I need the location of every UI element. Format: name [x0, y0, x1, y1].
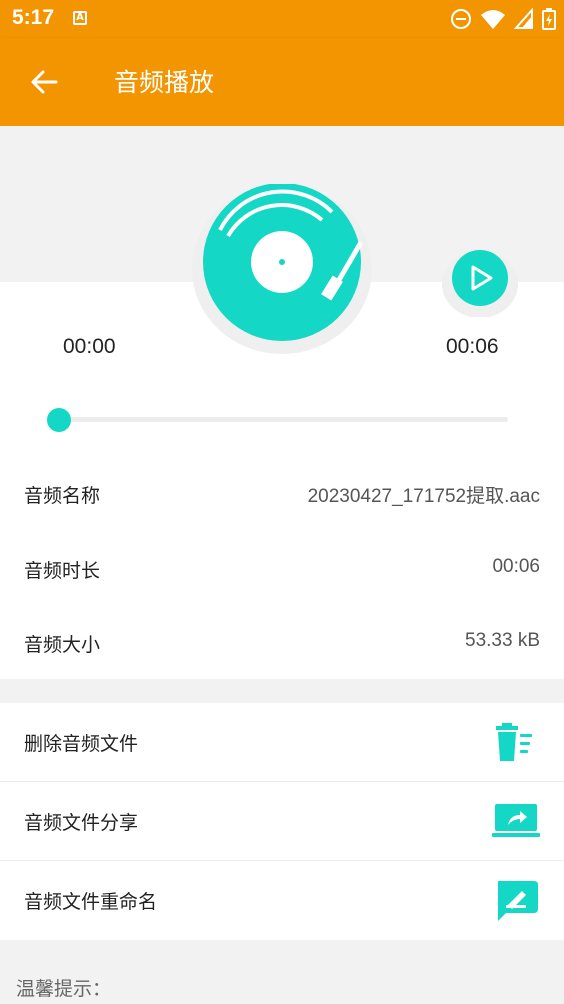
info-value: 00:06	[492, 556, 540, 577]
actions-list: 删除音频文件 音频文件分享 音频文件重命名	[0, 703, 564, 940]
status-icons	[450, 8, 556, 30]
action-label: 音频文件分享	[24, 812, 139, 834]
status-time: 5:17	[12, 6, 55, 29]
play-icon	[442, 250, 518, 318]
info-value: 53.33 kB	[465, 630, 540, 651]
info-value: 20230427_171752提取.aac	[307, 486, 540, 507]
info-row-name: 音频名称 20230427_171752提取.aac	[0, 469, 564, 519]
arrow-left-icon[interactable]	[26, 64, 62, 100]
a-notification-icon: A	[73, 11, 87, 25]
status-bar: 5:17 A	[0, 0, 564, 38]
share-icon	[492, 804, 540, 837]
info-label: 音频大小	[24, 634, 101, 656]
wifi-icon	[481, 10, 505, 29]
battery-icon	[542, 8, 556, 30]
total-time: 00:06	[446, 335, 499, 358]
info-label: 音频名称	[24, 485, 101, 507]
info-row-duration: 音频时长 00:06	[0, 544, 564, 594]
progress-track[interactable]	[58, 417, 508, 422]
action-label: 删除音频文件	[24, 733, 139, 755]
rename-icon	[498, 881, 538, 921]
page-title: 音频播放	[114, 68, 215, 97]
rename-audio-button[interactable]: 音频文件重命名	[0, 861, 564, 939]
signal-icon	[514, 8, 533, 29]
dnd-icon	[451, 9, 471, 29]
info-row-size: 音频大小 53.33 kB	[0, 618, 564, 668]
app-bar: 音频播放	[0, 38, 564, 126]
share-audio-button[interactable]: 音频文件分享	[0, 782, 564, 861]
vinyl-record-icon	[192, 184, 372, 354]
trash-icon	[496, 723, 532, 761]
tip-heading: 温馨提示：	[16, 978, 112, 1000]
current-time: 00:00	[63, 335, 116, 358]
play-button[interactable]	[442, 247, 518, 318]
delete-audio-button[interactable]: 删除音频文件	[0, 703, 564, 782]
info-label: 音频时长	[24, 560, 101, 582]
action-label: 音频文件重命名	[24, 891, 158, 913]
progress-thumb[interactable]	[47, 408, 71, 432]
